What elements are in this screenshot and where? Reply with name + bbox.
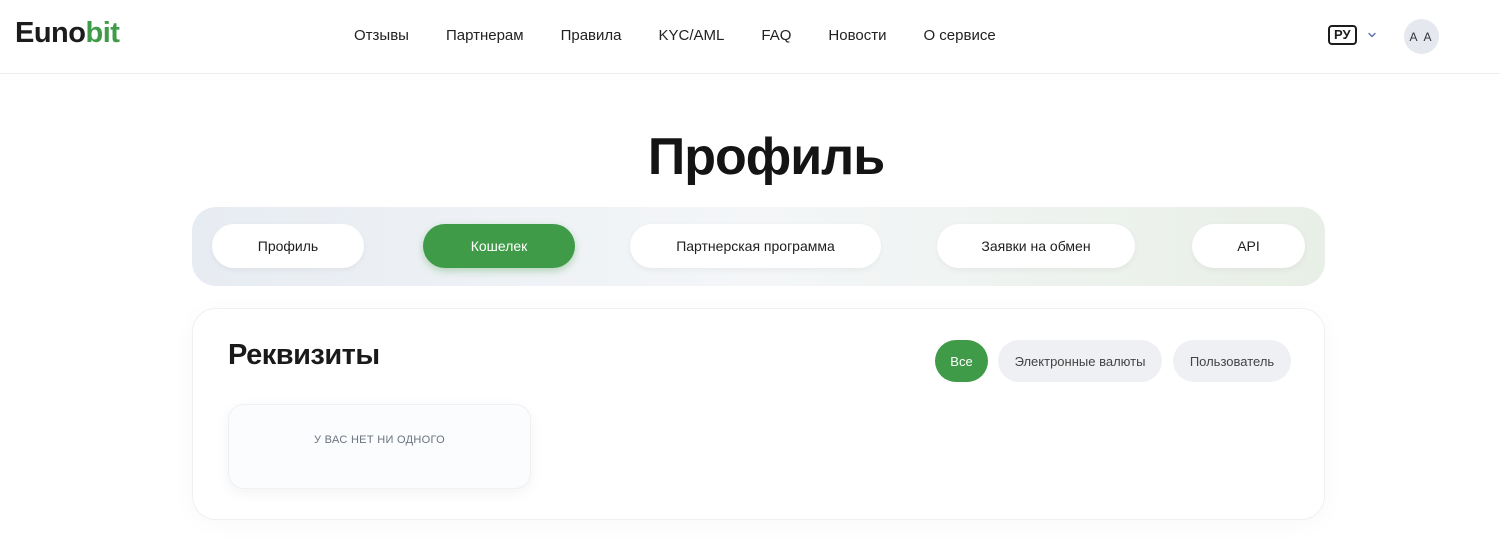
language-label: РУ — [1328, 25, 1357, 45]
filter-e-currencies-button[interactable]: Электронные валюты — [998, 340, 1162, 382]
nav-link-rules[interactable]: Правила — [561, 27, 622, 44]
filter-user-button[interactable]: Пользователь — [1173, 340, 1291, 382]
tab-wallet[interactable]: Кошелек — [423, 224, 575, 268]
requisites-card: Реквизиты Все Электронные валюты Пользов… — [192, 308, 1325, 520]
nav-link-partners[interactable]: Партнерам — [446, 27, 524, 44]
nav-link-reviews[interactable]: Отзывы — [354, 27, 409, 44]
profile-tabs: Профиль Кошелек Партнерская программа За… — [192, 207, 1325, 286]
logo-text-accent: bit — [85, 17, 120, 49]
empty-state: У ВАС НЕТ НИ ОДНОГО — [228, 404, 531, 489]
nav-link-news[interactable]: Новости — [828, 27, 886, 44]
tab-exchange-requests[interactable]: Заявки на обмен — [937, 224, 1135, 268]
avatar[interactable]: A A — [1404, 19, 1439, 54]
filter-all-button[interactable]: Все — [935, 340, 988, 382]
main-nav: Отзывы Партнерам Правила KYC/AML FAQ Нов… — [354, 27, 1033, 44]
header: Eunobit Отзывы Партнерам Правила KYC/AML… — [0, 0, 1500, 74]
logo-text-main: Euno — [15, 17, 86, 49]
nav-link-faq[interactable]: FAQ — [761, 27, 791, 44]
nav-link-kyc-aml[interactable]: KYC/AML — [659, 27, 725, 44]
tab-partner-program[interactable]: Партнерская программа — [630, 224, 881, 268]
requisites-title: Реквизиты — [228, 339, 380, 371]
empty-state-text: У ВАС НЕТ НИ ОДНОГО — [314, 434, 445, 446]
tab-profile[interactable]: Профиль — [212, 224, 364, 268]
page-title: Профиль — [647, 128, 885, 186]
tab-api[interactable]: API — [1192, 224, 1305, 268]
nav-link-about[interactable]: О сервисе — [923, 27, 995, 44]
language-selector[interactable]: РУ — [1328, 25, 1377, 45]
chevron-down-icon — [1367, 32, 1376, 38]
logo[interactable]: Eunobit — [15, 17, 120, 50]
